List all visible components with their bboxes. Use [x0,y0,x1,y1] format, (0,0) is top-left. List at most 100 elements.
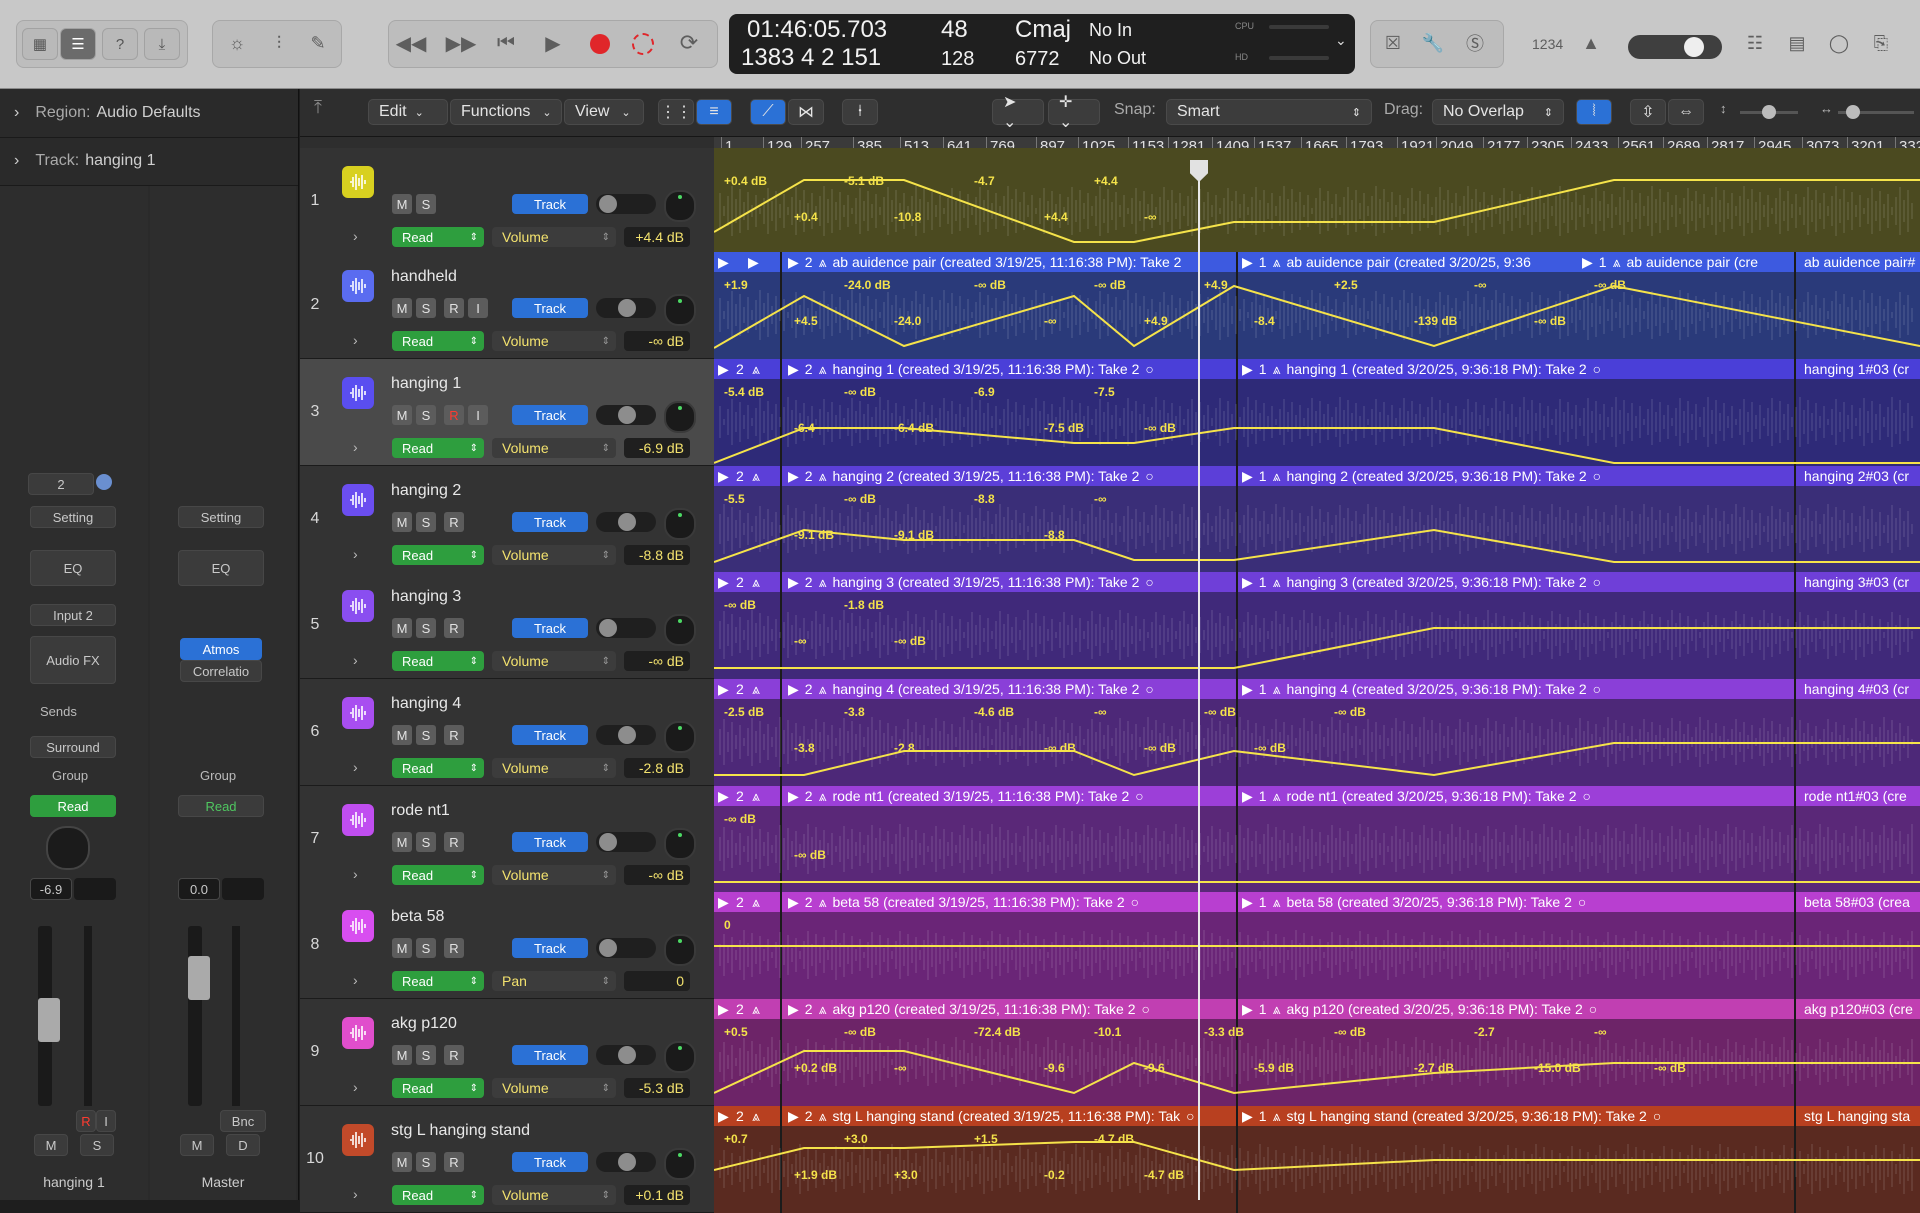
solo-button[interactable]: S [80,1134,114,1156]
track-on-off-toggle[interactable] [596,1152,656,1172]
mute-button[interactable]: M [392,1152,412,1172]
mute-button[interactable]: M [392,618,412,638]
pan-knob[interactable] [664,721,696,753]
automation-node-label[interactable]: -∞ dB [1334,1025,1366,1039]
track-header[interactable]: 6 hanging 4 M S R Track › Read ⇕ Volume ⇕ -2.8 dB [300,679,714,786]
automation-node-label[interactable]: -4.6 dB [974,705,1014,719]
waveform-icon[interactable] [342,270,374,302]
flex-icon[interactable]: ⋈ [788,99,824,125]
automation-parameter-select[interactable]: Volume ⇕ [492,331,616,351]
automation-node-label[interactable]: -10.8 [894,210,921,224]
automation-node-label[interactable]: -8.4 [1254,314,1275,328]
list-editors-icon[interactable]: ☷ [1740,28,1770,58]
automation-node-label[interactable]: -∞ dB [724,598,756,612]
track-name[interactable]: hanging 4 [391,695,461,713]
automation-node-label[interactable]: -∞ dB [844,385,876,399]
automation-mode-select[interactable]: Read ⇕ [392,545,484,565]
automation-parameter-select[interactable]: Volume ⇕ [492,651,616,671]
track-alternative-button[interactable]: Track [512,405,588,425]
track-on-off-toggle[interactable] [596,512,656,532]
mute-button[interactable]: M [180,1134,214,1156]
waveform-icon[interactable] [342,590,374,622]
automation-mode-select[interactable]: Read ⇕ [392,651,484,671]
automation-node-label[interactable]: -8.8 [1044,528,1065,542]
pan-knob[interactable] [664,614,696,646]
automation-node-label[interactable]: -4.7 dB [1144,1168,1184,1182]
rewind-icon[interactable]: ◀◀ [396,28,427,58]
automation-value[interactable]: +0.1 dB [624,1185,690,1205]
automation-curve[interactable] [714,679,1920,786]
pan-knob[interactable] [664,401,696,433]
automation-node-label[interactable]: -2.8 [894,741,915,755]
automation-node-label[interactable]: -∞ [794,634,807,648]
track-alternative-button[interactable]: Track [512,725,588,745]
track-alternative-button[interactable]: Track [512,512,588,532]
automation-value[interactable]: -∞ dB [624,331,690,351]
automation-node-label[interactable]: -∞ [1094,705,1107,719]
go-to-start-icon[interactable]: ⏮ [491,28,521,58]
chevron-right-icon[interactable]: › [353,972,358,988]
solo-button[interactable]: S [416,725,436,745]
automation-node-label[interactable]: -2.7 [1474,1025,1495,1039]
script-icon[interactable]: Ⓢ [1460,28,1490,58]
correlation-meter-button[interactable]: Correlatio [180,660,262,682]
track-header[interactable]: 4 hanging 2 M S R Track › Read ⇕ Volume ⇕ -8.8 dB [300,466,714,573]
track-on-off-toggle[interactable] [596,618,656,638]
track-name[interactable]: beta 58 [391,908,444,926]
automation-parameter-select[interactable]: Volume ⇕ [492,227,616,247]
snap-select[interactable]: Smart ⇕ [1166,99,1372,125]
setting-button[interactable]: Setting [178,506,264,528]
pan-knob[interactable] [664,1041,696,1073]
notepad-icon[interactable]: ▤ [1782,28,1812,58]
track-alternative-button[interactable]: Track [512,1045,588,1065]
waveform-icon[interactable] [342,910,374,942]
automation-node-label[interactable]: -7.5 [1094,385,1115,399]
track-alternative-button[interactable]: Track [512,1152,588,1172]
track-header[interactable]: 10 stg L hanging stand M S R Track › Read ⇕ Volum… [300,1106,714,1213]
track-lane[interactable]: ▶ 2 ⩓ ▶ 2 ⩓ rode nt1 (created 3/19/25, 11:16:3… [714,786,1920,893]
track-on-off-toggle[interactable] [596,298,656,318]
automation-node-label[interactable]: -6.9 [974,385,995,399]
track-on-off-toggle[interactable] [596,194,656,214]
waveform-icon[interactable] [342,697,374,729]
solo-button[interactable]: S [416,938,436,958]
automation-node-label[interactable]: -2.7 dB [1414,1061,1454,1075]
track-header[interactable]: 1 M S Track › Read ⇕ Volume ⇕ +4.4 dB [300,148,714,255]
slider-knob[interactable] [1762,105,1776,119]
automation-node-label[interactable]: +1.9 dB [794,1168,837,1182]
waveform-icon[interactable] [342,166,374,198]
solo-button[interactable]: S [416,405,436,425]
toggle-knob[interactable] [599,619,617,637]
input-monitor-button[interactable]: I [96,1110,116,1132]
record-enable-button[interactable]: R [444,1152,464,1172]
automation-node-label[interactable]: +3.0 [844,1132,868,1146]
automation-node-label[interactable]: +4.4 [1094,174,1118,188]
toggle-knob[interactable] [618,513,636,531]
master-volume-slider[interactable] [1628,35,1722,59]
automation-curve[interactable] [714,999,1920,1106]
group-label[interactable]: Group [52,768,88,783]
mute-button[interactable]: M [392,938,412,958]
mute-button[interactable]: M [392,1045,412,1065]
pan-knob[interactable] [664,190,696,222]
automation-node-label[interactable]: -∞ dB [1094,278,1126,292]
automation-value[interactable]: -6.9 dB [624,438,690,458]
track-header[interactable]: 9 akg p120 M S R Track › Read ⇕ Volume ⇕ -5.3 dB [300,999,714,1106]
track-name[interactable]: stg L hanging stand [391,1122,530,1140]
atmos-button[interactable]: Atmos [180,638,262,660]
automation-value[interactable]: +4.4 dB [624,227,690,247]
track-lane[interactable]: ▶ 2 ⩓ ▶ 2 ⩓ stg L hanging stand (created 3/19/… [714,1106,1920,1213]
automation-value[interactable]: -5.3 dB [624,1078,690,1098]
solo-button[interactable]: S [416,1045,436,1065]
mixer-icon[interactable]: ⫶ [264,28,294,58]
automation-icon[interactable]: ⟋ [750,99,786,125]
chevron-right-icon[interactable]: › [353,1079,358,1095]
toggle-knob[interactable] [618,1153,636,1171]
automation-curve[interactable] [714,466,1920,573]
automation-mode-select[interactable]: Read ⇕ [392,971,484,991]
pan-knob[interactable] [664,294,696,326]
automation-mode-select[interactable]: Read ⇕ [392,865,484,885]
record-enable-button[interactable]: R [444,298,464,318]
surround-button[interactable]: Surround [30,736,116,758]
automation-mode-select[interactable]: Read ⇕ [392,438,484,458]
